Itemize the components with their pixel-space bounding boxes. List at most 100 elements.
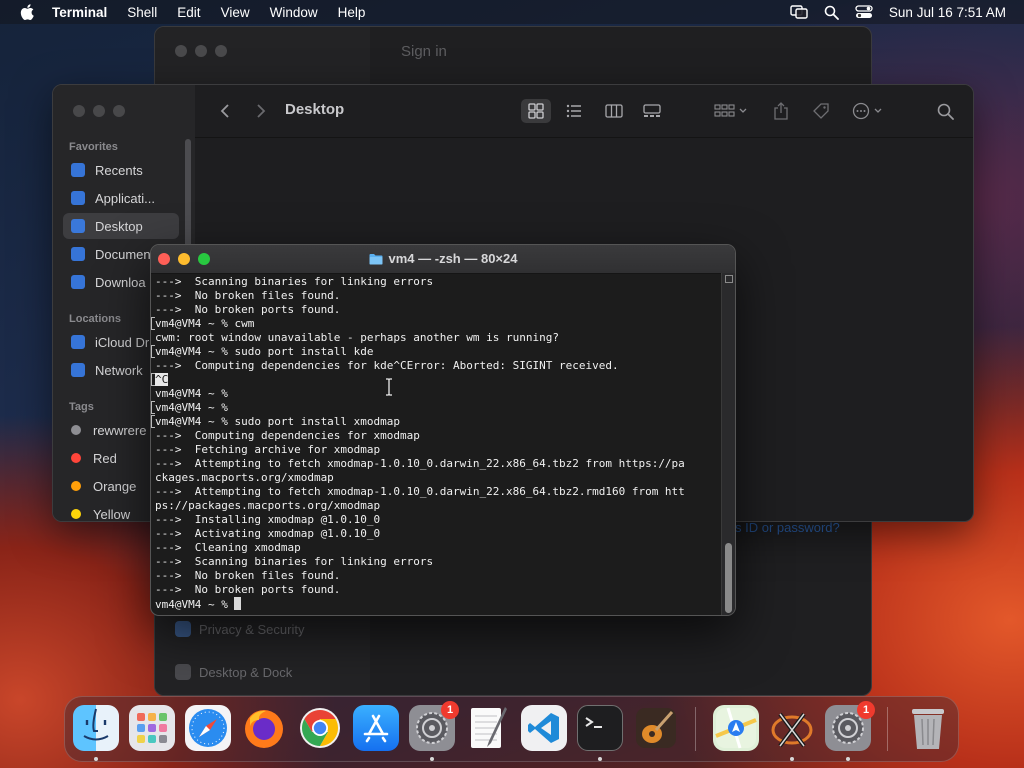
sidebar-item-label: iCloud Dr: [95, 334, 150, 350]
terminal-line: ps://packages.macports.org/xmodmap: [155, 499, 381, 512]
dock-garageband[interactable]: [633, 705, 679, 751]
settings-item-label: Desktop & Dock: [199, 664, 293, 680]
finder-minimize-button[interactable]: [93, 105, 105, 117]
dock-app-store[interactable]: [353, 705, 399, 751]
finder-window-title: Desktop: [285, 101, 345, 118]
tag-button[interactable]: [809, 99, 833, 123]
terminal-line: vm4@VM4 ~ %: [155, 401, 235, 414]
sidebar-item-recents[interactable]: Recents: [71, 157, 191, 183]
dock-separator: [887, 707, 888, 751]
clock-icon: [71, 163, 85, 177]
desktop-icon: [71, 219, 85, 233]
ibeam-cursor-icon: [386, 378, 392, 396]
dock-firefox[interactable]: [241, 705, 287, 751]
terminal-titlebar[interactable]: vm4 — -zsh — 80×24: [151, 245, 735, 274]
dock-finder[interactable]: [73, 705, 119, 751]
dock-launchpad[interactable]: [129, 705, 175, 751]
terminal-line: cwm: root window unavailable - perhaps a…: [155, 331, 559, 344]
split-pane-icon[interactable]: [725, 275, 733, 283]
dock-safari[interactable]: [185, 705, 231, 751]
menu-window[interactable]: Window: [270, 5, 318, 20]
chevron-right-icon: [257, 104, 266, 118]
finder-search-button[interactable]: [933, 99, 957, 123]
terminal-line: ---> No broken files found.: [155, 289, 341, 302]
running-indicator: [430, 757, 434, 761]
notification-badge: 1: [857, 701, 875, 719]
dock-textedit[interactable]: [465, 705, 511, 751]
tag-color-dot: [71, 425, 81, 435]
apple-menu-icon[interactable]: [20, 4, 34, 20]
desktop-dock-icon: [175, 664, 191, 680]
share-button[interactable]: [769, 99, 793, 123]
terminal-line: ---> Cleaning xmodmap: [155, 541, 301, 554]
terminal-line: vm4@VM4 ~ % cwm: [155, 317, 255, 330]
menu-app-terminal[interactable]: Terminal: [52, 5, 107, 20]
terminal-scrollbar[interactable]: [721, 273, 735, 615]
finder-traffic-lights: [73, 105, 125, 117]
spotlight-search-icon[interactable]: [824, 5, 839, 20]
firefox-icon: [245, 710, 283, 748]
terminal-line-interrupt: ^C: [155, 373, 169, 387]
control-center-icon[interactable]: [855, 5, 873, 19]
dock-vscode[interactable]: [521, 705, 567, 751]
tag-color-dot: [71, 509, 81, 519]
sidebar-item-desktop[interactable]: Desktop: [63, 213, 179, 239]
menu-view[interactable]: View: [221, 5, 250, 20]
app-store-icon: [363, 714, 389, 743]
terminal-prompt-line: vm4@VM4 ~ %: [155, 597, 242, 611]
menu-help[interactable]: Help: [338, 5, 366, 20]
share-icon: [774, 102, 788, 120]
finder-close-button[interactable]: [73, 105, 85, 117]
menu-clock[interactable]: Sun Jul 16 7:51 AM: [889, 5, 1006, 20]
dock-terminal[interactable]: [577, 705, 623, 751]
dock-trash[interactable]: [905, 705, 951, 751]
terminal-line: ---> No broken ports found.: [155, 303, 341, 316]
sidebar-item-label: Orange: [93, 478, 137, 494]
finder-zoom-button[interactable]: [113, 105, 125, 117]
terminal-window: vm4 — -zsh — 80×24 ---> Scanning binarie…: [150, 244, 736, 616]
applications-icon: [71, 191, 85, 205]
terminal-selected-text: ^C: [155, 373, 169, 386]
map-icon: [715, 707, 757, 749]
terminal-screen[interactable]: ---> Scanning binaries for linking error…: [151, 273, 721, 615]
icon-view-button[interactable]: [521, 99, 551, 123]
search-icon: [937, 103, 954, 120]
notification-badge: 1: [441, 701, 459, 719]
settings-item-privacy[interactable]: Privacy & Security: [175, 621, 304, 637]
screen-mirroring-icon[interactable]: [790, 5, 808, 19]
dock-xquartz[interactable]: [769, 705, 815, 751]
terminal-line: vm4@VM4 ~ %: [155, 387, 235, 400]
dock-maps[interactable]: [713, 705, 759, 751]
sidebar-item-label: Downloa: [95, 274, 146, 290]
menu-shell[interactable]: Shell: [127, 5, 157, 20]
forward-button[interactable]: [251, 99, 271, 123]
terminal-scroll-thumb[interactable]: [725, 543, 732, 613]
back-button[interactable]: [215, 99, 235, 123]
vscode-icon: [528, 713, 559, 743]
grid-view-icon: [528, 103, 544, 119]
more-actions-button[interactable]: [849, 99, 889, 123]
settings-traffic-lights: [175, 45, 227, 57]
privacy-hand-icon: [175, 621, 191, 637]
settings-item-label: Privacy & Security: [199, 621, 305, 637]
menu-edit[interactable]: Edit: [177, 5, 200, 20]
terminal-prompt: vm4@VM4 ~ %: [155, 598, 235, 611]
group-by-button[interactable]: [711, 99, 751, 123]
sidebar-item-applications[interactable]: Applicati...: [71, 185, 191, 211]
dock-chrome[interactable]: [297, 705, 343, 751]
locations-header: Locations: [69, 313, 121, 325]
terminal-line: ---> Fetching archive for xmodmap: [155, 443, 381, 456]
safari-compass-icon: [189, 709, 227, 747]
dock: 1 1: [64, 696, 959, 762]
list-view-button[interactable]: [559, 99, 589, 123]
sidebar-item-label: Documen: [95, 246, 151, 262]
terminal-line: ---> Attempting to fetch xmodmap-1.0.10_…: [155, 485, 685, 498]
settings-item-desktop-dock[interactable]: Desktop & Dock: [175, 664, 292, 680]
textedit-document-icon: [471, 707, 507, 748]
terminal-line: ---> Computing dependencies for kde^CErr…: [155, 359, 619, 372]
tag-color-dot: [71, 481, 81, 491]
column-view-button[interactable]: [599, 99, 629, 123]
forgot-password-link[interactable]: s ID or password?: [735, 520, 840, 535]
gallery-view-button[interactable]: [637, 99, 667, 123]
chevron-left-icon: [220, 104, 229, 118]
